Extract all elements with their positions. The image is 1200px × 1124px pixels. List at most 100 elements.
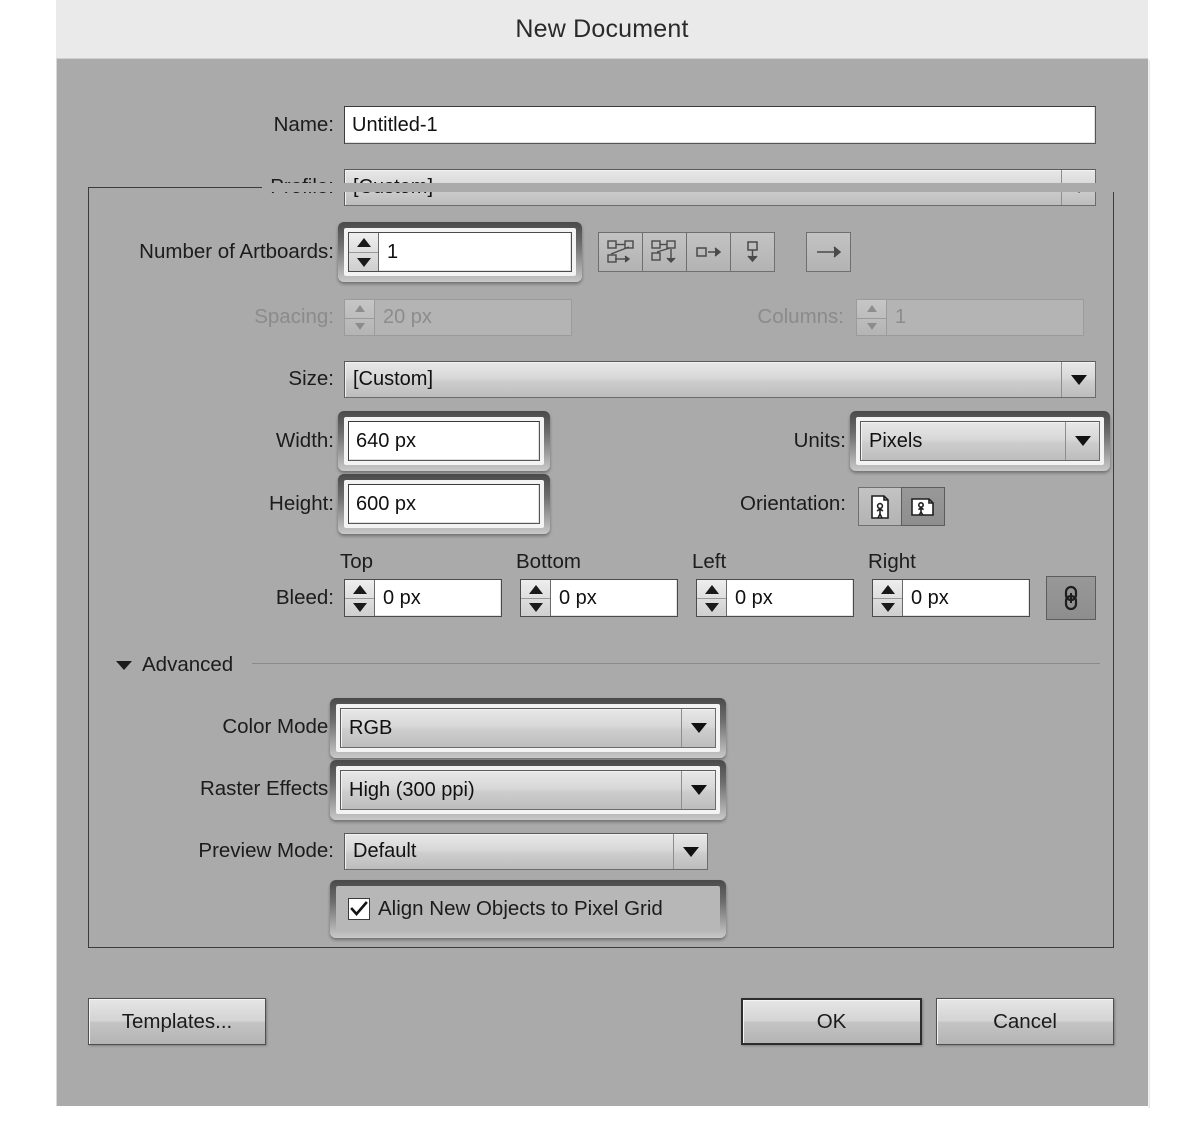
width-label: Width: xyxy=(275,429,334,452)
stepper-up-icon[interactable] xyxy=(873,580,902,598)
dialog-title: New Document xyxy=(515,14,689,43)
stepper-down-icon xyxy=(345,317,374,336)
bleed-label: Bleed: xyxy=(275,586,334,609)
units-select[interactable]: Pixels xyxy=(860,421,1100,461)
number-of-artboards-input[interactable]: 1 xyxy=(348,232,572,272)
color-mode-select[interactable]: RGB xyxy=(340,708,716,748)
change-to-right-to-left-layout-icon[interactable] xyxy=(806,232,851,272)
stepper-up-icon[interactable] xyxy=(521,580,550,598)
size-select-value: [Custom] xyxy=(353,368,434,390)
bleed-bottom-value: 0 px xyxy=(559,586,597,609)
raster-effects-select-value: High (300 ppi) xyxy=(349,778,475,801)
preview-mode-chevron-down-icon xyxy=(673,834,707,869)
size-select[interactable]: [Custom] xyxy=(344,361,1096,398)
height-value: 600 px xyxy=(356,492,417,515)
color-mode-select-value: RGB xyxy=(349,716,393,739)
color-mode-label: Color Mode: xyxy=(222,715,334,738)
align-pixel-grid-label: Align New Objects to Pixel Grid xyxy=(378,896,663,920)
bleed-top-value: 0 px xyxy=(383,586,421,609)
link-bleeds-icon[interactable] xyxy=(1046,576,1096,620)
number-of-artboards-focus-ring: 1 xyxy=(338,222,582,282)
checkbox-checked-icon[interactable] xyxy=(348,898,370,920)
bleed-left-header: Left xyxy=(692,550,727,573)
number-of-artboards-value: 1 xyxy=(387,240,399,263)
width-value: 640 px xyxy=(356,429,417,452)
templates-button[interactable]: Templates... xyxy=(88,998,266,1045)
height-focus-ring: 600 px xyxy=(338,474,550,534)
dialog-bottom-strip xyxy=(56,1106,1148,1124)
stepper-up-icon xyxy=(345,300,374,318)
ok-button-label: OK xyxy=(816,1009,847,1033)
stepper-down-icon[interactable] xyxy=(521,598,550,616)
triangle-down-icon[interactable] xyxy=(116,660,132,670)
bleed-left-input[interactable]: 0 px xyxy=(696,579,854,617)
bleed-top-stepper[interactable] xyxy=(345,580,375,616)
orientation-label: Orientation: xyxy=(740,492,846,515)
bleed-top-input[interactable]: 0 px xyxy=(344,579,502,617)
raster-effects-chevron-down-icon xyxy=(681,771,715,809)
bleed-bottom-stepper[interactable] xyxy=(521,580,551,616)
width-focus-ring: 640 px xyxy=(338,411,550,471)
name-input[interactable]: Untitled-1 xyxy=(344,106,1096,144)
preview-mode-select[interactable]: Default xyxy=(344,833,708,870)
bleed-bottom-input[interactable]: 0 px xyxy=(520,579,678,617)
advanced-disclosure[interactable]: Advanced xyxy=(116,654,233,676)
stepper-up-icon[interactable] xyxy=(349,233,378,252)
spacing-stepper xyxy=(345,300,375,335)
stepper-down-icon xyxy=(857,317,886,336)
arrange-by-column-icon[interactable] xyxy=(730,232,775,272)
name-label: Name: xyxy=(273,113,334,136)
new-document-dialog-screen: New Document Name: Untitled-1 Profile: [… xyxy=(0,0,1200,1124)
height-input[interactable]: 600 px xyxy=(348,484,540,524)
bleed-right-value: 0 px xyxy=(911,586,949,609)
height-label: Height: xyxy=(269,492,334,515)
ok-button[interactable]: OK xyxy=(741,998,922,1045)
spacing-label: Spacing: xyxy=(254,305,334,328)
number-of-artboards-stepper[interactable] xyxy=(349,233,379,271)
arrange-by-row-icon[interactable] xyxy=(686,232,731,272)
stepper-up-icon[interactable] xyxy=(697,580,726,598)
raster-effects-focus-ring: High (300 ppi) xyxy=(330,760,726,820)
dialog-titlebar: New Document xyxy=(56,0,1148,58)
stepper-down-icon[interactable] xyxy=(873,598,902,616)
portrait-icon[interactable] xyxy=(858,487,902,526)
align-pixel-grid-checkbox-row[interactable]: Align New Objects to Pixel Grid xyxy=(348,886,663,932)
cancel-button[interactable]: Cancel xyxy=(936,998,1114,1045)
bleed-right-header: Right xyxy=(868,550,916,573)
grid-by-column-icon[interactable] xyxy=(642,232,687,272)
grid-by-row-icon[interactable] xyxy=(598,232,643,272)
name-input-value: Untitled-1 xyxy=(352,113,438,136)
number-of-artboards-label: Number of Artboards: xyxy=(139,240,334,263)
bleed-left-stepper[interactable] xyxy=(697,580,727,616)
columns-stepper xyxy=(857,300,887,335)
stepper-down-icon[interactable] xyxy=(697,598,726,616)
stepper-down-icon[interactable] xyxy=(349,252,378,271)
cancel-button-label: Cancel xyxy=(993,1009,1057,1033)
artboard-layout-button-group[interactable] xyxy=(598,232,775,272)
stepper-up-icon[interactable] xyxy=(345,580,374,598)
preview-mode-label: Preview Mode: xyxy=(198,839,334,862)
columns-input: 1 xyxy=(856,299,1084,336)
bleed-right-input[interactable]: 0 px xyxy=(872,579,1030,617)
color-mode-chevron-down-icon xyxy=(681,709,715,747)
raster-effects-select[interactable]: High (300 ppi) xyxy=(340,770,716,810)
size-chevron-down-icon xyxy=(1061,362,1095,397)
orientation-button-group[interactable] xyxy=(858,487,945,526)
bleed-left-value: 0 px xyxy=(735,586,773,609)
bleed-right-stepper[interactable] xyxy=(873,580,903,616)
units-label: Units: xyxy=(793,429,846,452)
preview-mode-select-value: Default xyxy=(353,840,417,862)
stepper-down-icon[interactable] xyxy=(345,598,374,616)
columns-label: Columns: xyxy=(757,305,844,328)
size-label: Size: xyxy=(288,367,334,390)
spacing-value: 20 px xyxy=(383,306,432,328)
width-input[interactable]: 640 px xyxy=(348,421,540,461)
align-pixel-grid-focus-ring: Align New Objects to Pixel Grid xyxy=(330,880,726,938)
units-select-value: Pixels xyxy=(869,429,923,452)
groupbox-top-gap xyxy=(262,183,1114,192)
landscape-icon[interactable] xyxy=(901,487,945,526)
units-focus-ring: Pixels xyxy=(850,411,1110,471)
color-mode-focus-ring: RGB xyxy=(330,698,726,758)
raster-effects-label: Raster Effects: xyxy=(199,777,334,800)
units-chevron-down-icon xyxy=(1065,422,1099,460)
